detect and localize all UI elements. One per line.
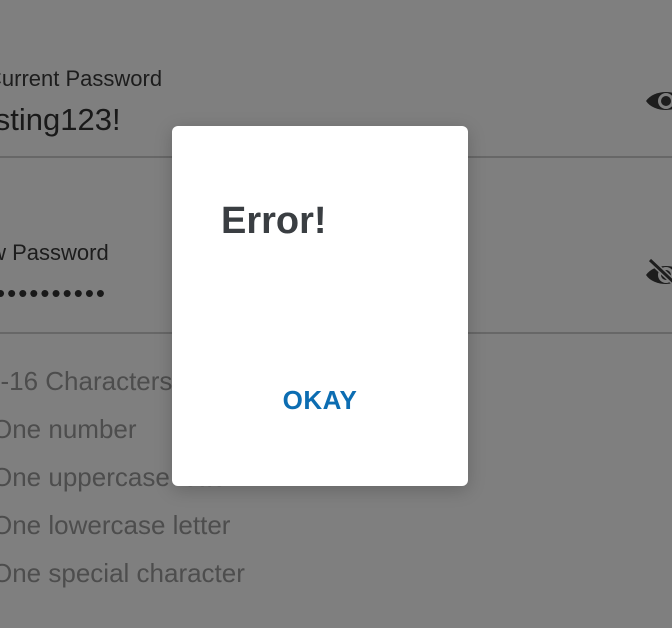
error-dialog: Error! OKAY [172,126,468,486]
okay-button[interactable]: OKAY [272,378,368,422]
change-password-screen: Current Password Testing123! New Passwor… [0,0,672,628]
dialog-title: Error! [221,200,327,242]
